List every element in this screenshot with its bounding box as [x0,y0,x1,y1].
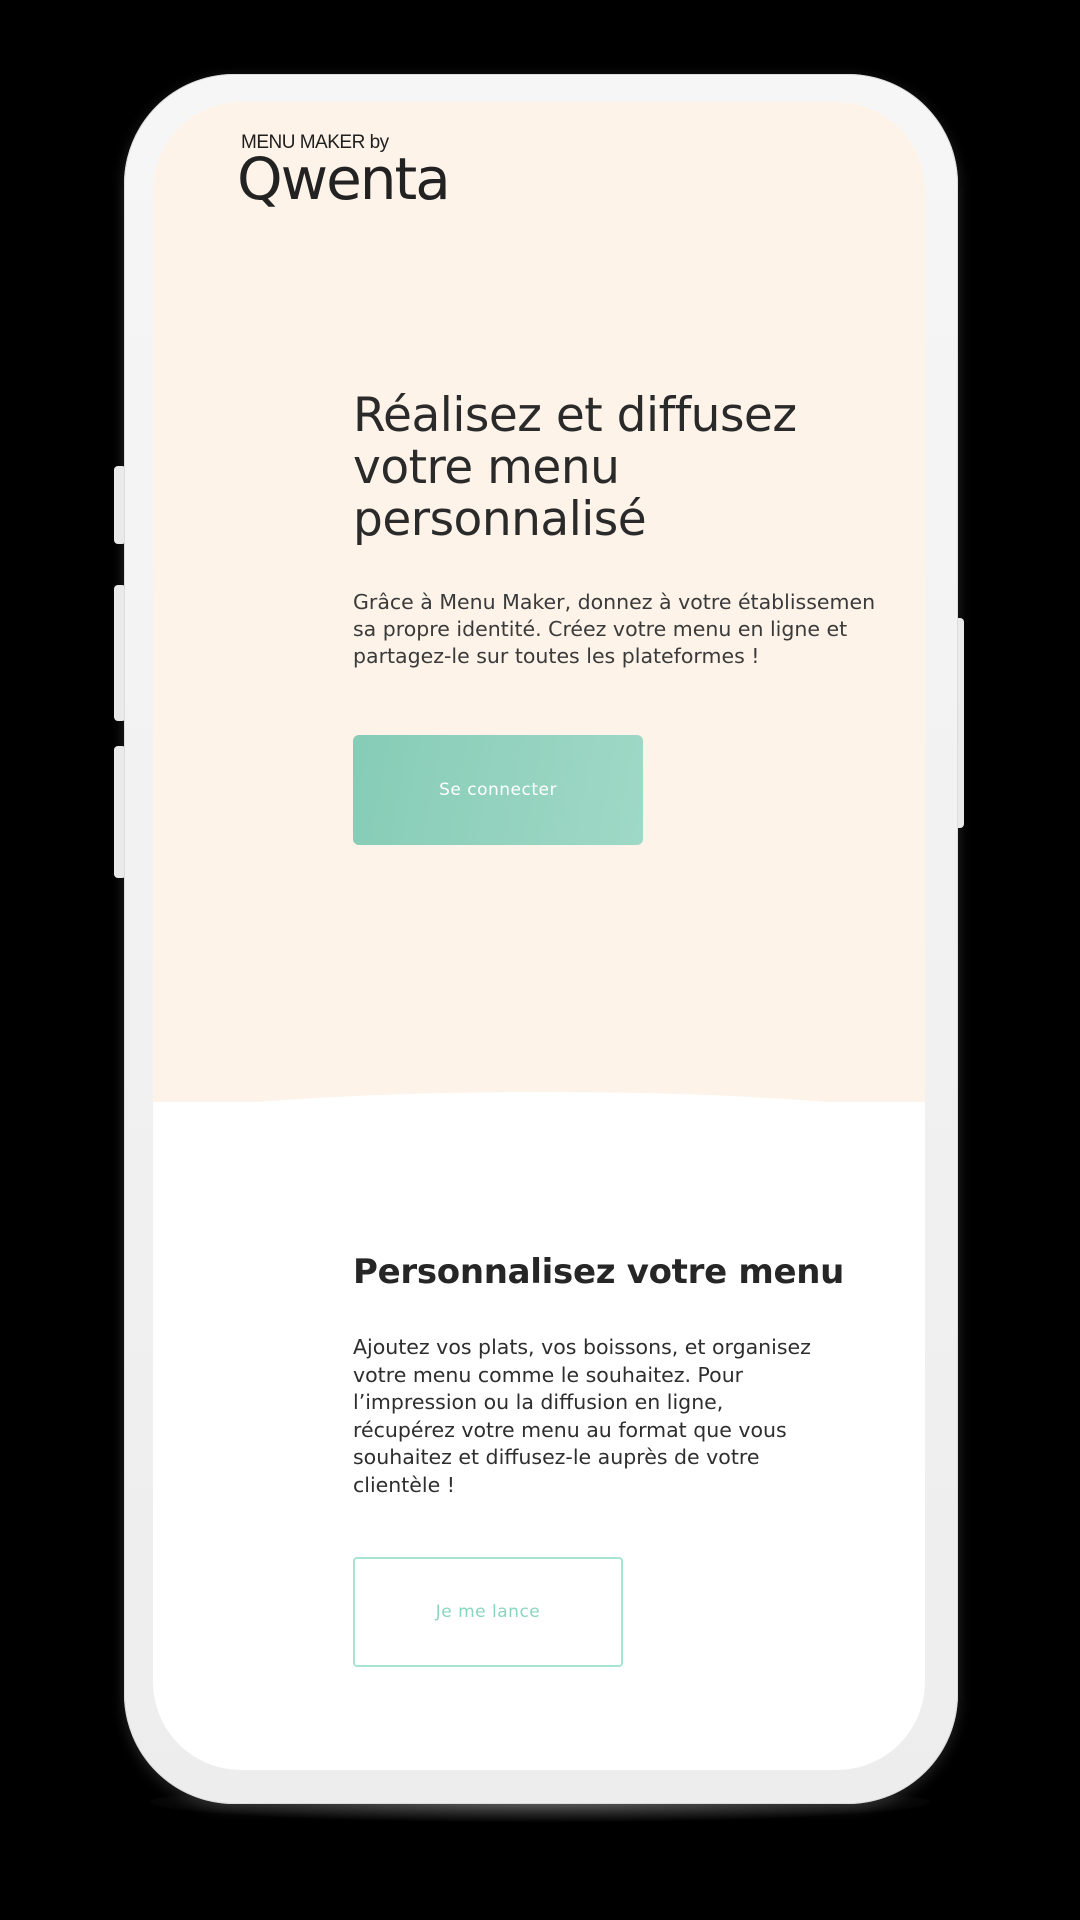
mockup-stage: MENU MAKER by Qwenta Réalisez et diffuse… [0,0,1080,1920]
login-button[interactable]: Se connecter [353,735,643,845]
section-description-line: l’impression ou la diffusion en ligne, [353,1390,724,1414]
hero-description-line: partagez-le sur toutes les plateformes ! [353,644,760,668]
section-description-line: Ajoutez vos plats, vos boissons, et orga… [353,1335,811,1359]
brand-logo[interactable]: Qwenta [237,147,451,212]
hero-description-line: sa propre identité. Créez votre menu en … [353,617,848,641]
hero-description-line: Grâce à Menu Maker, donnez à votre établ… [353,590,876,614]
section-title: Personnalisez votre menu [353,1252,845,1292]
get-started-button[interactable]: Je me lance [353,1557,623,1667]
section-description-line: récupérez votre menu au format que vous [353,1417,787,1442]
hero-section: MENU MAKER by Qwenta Réalisez et diffuse… [153,102,925,1102]
hero-title: Réalisez et diffusez votre menu personna… [353,388,797,547]
section-description: Ajoutez vos plats, vos boissons, et orga… [353,1334,913,1499]
section-description-line: votre menu comme le souhaitez. Pour [353,1362,744,1387]
section-description-line: souhaitez et diffusez-le auprès de votre [353,1445,760,1469]
section-description-line: clientèle ! [353,1472,455,1497]
phone-screen: MENU MAKER by Qwenta Réalisez et diffuse… [153,102,925,1770]
hero-description: Grâce à Menu Maker, donnez à votre établ… [353,589,925,670]
section-divider-wave [153,1092,925,1172]
